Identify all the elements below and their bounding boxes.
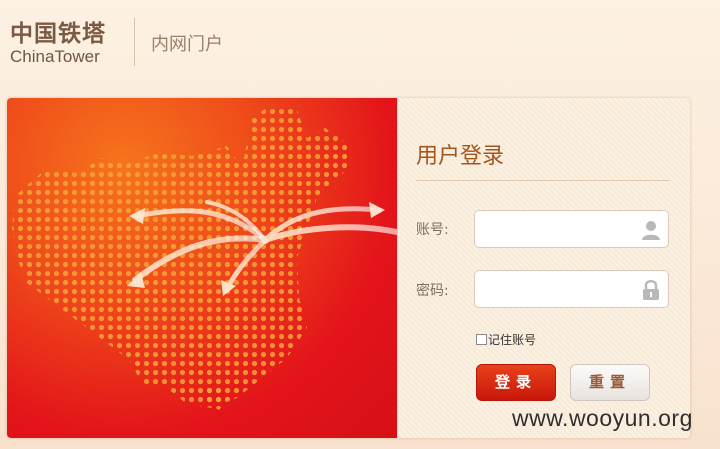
password-input[interactable] xyxy=(481,279,631,301)
remember-account[interactable]: 记住账号 xyxy=(476,331,536,348)
password-field-box xyxy=(474,270,669,308)
login-card: 用户登录 账号: 密码: 记住账号 登录 重置 xyxy=(7,98,690,438)
header: 中国铁塔 ChinaTower 内网门户 xyxy=(0,0,720,82)
user-icon xyxy=(641,219,661,241)
reset-button[interactable]: 重置 xyxy=(570,364,650,401)
remember-label: 记住账号 xyxy=(488,333,537,347)
login-title: 用户登录 xyxy=(416,144,505,169)
china-map-graphic xyxy=(12,106,397,410)
account-input[interactable] xyxy=(481,219,631,241)
china-map-banner xyxy=(7,98,397,438)
logo-english: ChinaTower xyxy=(10,47,100,66)
login-panel: 用户登录 账号: 密码: 记住账号 登录 重置 xyxy=(397,98,690,438)
map-silhouette xyxy=(12,106,349,408)
logo-chinese: 中国铁塔 xyxy=(10,21,106,47)
title-underline xyxy=(416,180,669,181)
account-field-box xyxy=(474,210,669,248)
lock-icon xyxy=(641,279,661,301)
map-center-point xyxy=(261,236,269,244)
header-divider xyxy=(134,18,135,66)
portal-title: 内网门户 xyxy=(151,34,223,55)
watermark: www.wooyun.org xyxy=(512,405,693,431)
password-label: 密码: xyxy=(416,283,449,299)
remember-checkbox[interactable] xyxy=(476,334,487,345)
login-button[interactable]: 登录 xyxy=(476,364,556,401)
account-label: 账号: xyxy=(416,222,449,238)
